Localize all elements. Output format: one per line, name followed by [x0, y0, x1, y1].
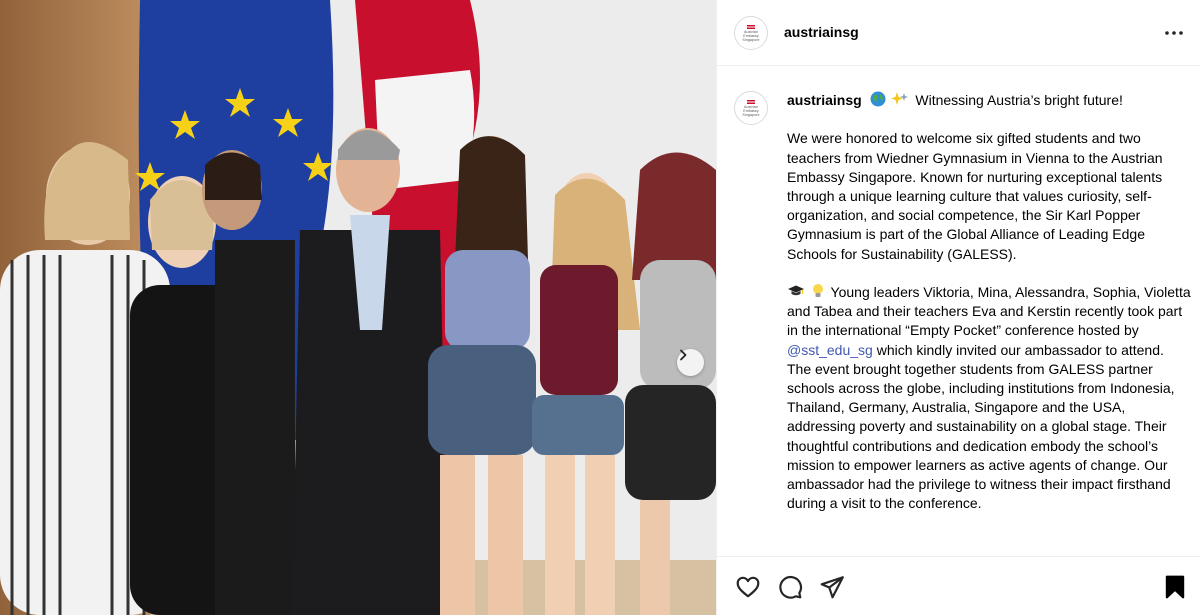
post-header: Austrian Embassy Singapore austriainsg — [717, 0, 1200, 66]
comment-icon — [779, 576, 803, 599]
post-action-bar — [717, 556, 1200, 615]
carousel-next-button[interactable] — [677, 349, 704, 376]
post-caption: austriainsg Witnessing Austria’s bright … — [787, 91, 1191, 533]
caption-paragraph-1: We were honored to welcome six gifted st… — [787, 130, 1163, 262]
header-username-link[interactable]: austriainsg — [784, 24, 859, 40]
post-side-panel: Austrian Embassy Singapore austriainsg A… — [716, 0, 1200, 615]
save-button[interactable] — [1162, 574, 1188, 600]
post-photo — [0, 0, 716, 615]
chevron-right-icon — [680, 349, 687, 361]
austria-flag-icon — [747, 24, 755, 29]
share-icon — [820, 576, 844, 599]
avatar-text-line-3: Singapore — [742, 112, 760, 117]
caption-headline-paragraph: austriainsg Witnessing Austria’s bright … — [787, 91, 1191, 110]
avatar[interactable]: Austrian Embassy Singapore — [734, 16, 768, 50]
mention-link[interactable]: @sst_edu_sg — [787, 342, 873, 358]
more-dots-icon — [1165, 31, 1183, 35]
avatar-text-line-3: Singapore — [742, 37, 760, 42]
globe-emoji-icon — [870, 91, 886, 107]
graduation-cap-emoji-icon — [788, 285, 804, 296]
sparkle-emoji-icon — [891, 92, 909, 105]
group-photo-illustration — [0, 0, 716, 615]
more-options-button[interactable] — [1163, 23, 1185, 43]
share-button[interactable] — [819, 574, 845, 600]
caption-avatar[interactable]: Austrian Embassy Singapore — [734, 91, 768, 125]
bookmark-icon — [1165, 575, 1185, 599]
caption-username-link[interactable]: austriainsg — [787, 92, 862, 108]
comment-button[interactable] — [777, 574, 803, 600]
caption-paragraph-2-text: Young leaders Viktoria, Mina, Alessandra… — [787, 284, 1191, 339]
heart-icon — [736, 576, 760, 598]
like-button[interactable] — [735, 574, 761, 600]
caption-paragraph-2-rest: which kindly invited our ambassador to a… — [787, 341, 1175, 512]
austria-flag-icon — [747, 99, 755, 104]
light-bulb-emoji-icon — [812, 284, 823, 297]
caption-headline: Witnessing Austria’s bright future! — [915, 92, 1123, 108]
caption-paragraph-2: Young leaders Viktoria, Mina, Alessandra… — [787, 283, 1191, 513]
